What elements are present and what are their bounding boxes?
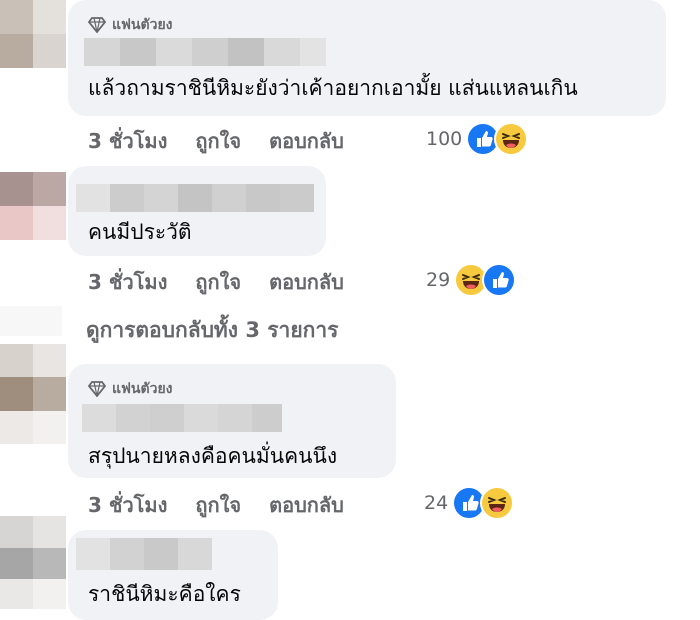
avatar[interactable] <box>0 172 66 240</box>
comment-text: สรุปนายหลงคือคนมั่นคนนึง <box>88 444 338 468</box>
comment-actions: 3 ชั่วโมง ถูกใจ ตอบกลับ <box>88 125 344 157</box>
like-button[interactable]: ถูกใจ <box>195 125 241 157</box>
comment-actions: 3 ชั่วโมง ถูกใจ ตอบกลับ <box>88 489 344 521</box>
author-name-blurred[interactable] <box>84 38 326 66</box>
comment-text: แล้วถามราชินีหิมะยังว่าเค้าอยากเอามั้ย แ… <box>88 76 578 100</box>
comment-time[interactable]: 3 ชั่วโมง <box>88 489 167 521</box>
comment-bubble: แฟนตัวยง สรุปนายหลงคือคนมั่นคนนึง <box>68 364 396 478</box>
view-replies-link[interactable]: ดูการตอบกลับทั้ง 3 รายการ <box>86 314 338 347</box>
badge-label: แฟนตัวยง <box>112 17 173 33</box>
diamond-icon <box>88 17 106 33</box>
comment-time[interactable]: 3 ชั่วโมง <box>88 266 167 298</box>
like-button[interactable]: ถูกใจ <box>195 266 241 298</box>
author-name-blurred[interactable] <box>82 404 282 432</box>
comment-bubble: ราชินีหิมะคือใคร <box>68 530 278 620</box>
top-fan-badge: แฟนตัวยง <box>88 378 173 400</box>
reaction-summary[interactable]: 29 <box>426 263 517 297</box>
reaction-count: 24 <box>424 492 449 514</box>
author-name-blurred[interactable] <box>76 538 212 570</box>
reaction-count: 29 <box>426 269 451 291</box>
haha-icon <box>494 122 529 156</box>
like-icon <box>482 263 517 297</box>
like-button[interactable]: ถูกใจ <box>195 489 241 521</box>
comment-actions: 3 ชั่วโมง ถูกใจ ตอบกลับ <box>88 266 344 298</box>
author-name-blurred[interactable] <box>76 184 314 212</box>
top-fan-badge: แฟนตัวยง <box>88 14 173 36</box>
reply-button[interactable]: ตอบกลับ <box>269 489 344 521</box>
avatar[interactable] <box>0 344 66 444</box>
diamond-icon <box>88 381 106 397</box>
comment-bubble: แฟนตัวยง แล้วถามราชินีหิมะยังว่าเค้าอยาก… <box>68 0 666 116</box>
comment-text: คนมีประวัติ <box>88 220 192 244</box>
haha-icon <box>480 486 515 520</box>
comment-text: ราชินีหิมะคือใคร <box>88 582 241 606</box>
reaction-count: 100 <box>426 128 463 150</box>
comment-bubble: คนมีประวัติ <box>68 166 326 256</box>
avatar[interactable] <box>0 0 66 68</box>
reaction-summary[interactable]: 100 <box>426 122 529 156</box>
reply-button[interactable]: ตอบกลับ <box>269 266 344 298</box>
badge-label: แฟนตัวยง <box>112 381 173 397</box>
avatar[interactable] <box>0 516 66 609</box>
thread-placeholder <box>0 306 62 336</box>
reaction-summary[interactable]: 24 <box>424 486 515 520</box>
comment-time[interactable]: 3 ชั่วโมง <box>88 125 167 157</box>
reply-button[interactable]: ตอบกลับ <box>269 125 344 157</box>
